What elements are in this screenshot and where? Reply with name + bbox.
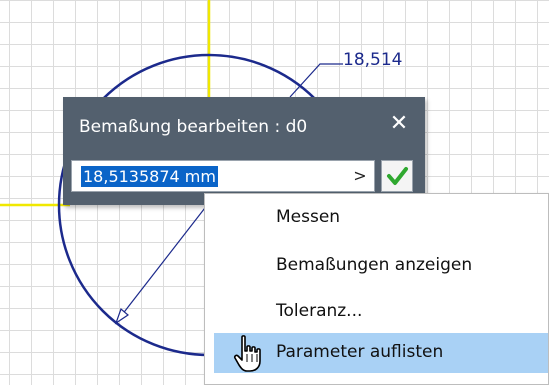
close-icon[interactable]: ✕: [387, 112, 411, 136]
dimension-input-text[interactable]: 18,5135874 mm: [81, 166, 218, 187]
chevron-right-icon[interactable]: >: [350, 166, 370, 186]
dimension-leader: [289, 63, 343, 98]
checkmark-icon: [387, 167, 408, 185]
menu-item-label: Messen: [276, 207, 341, 227]
hand-pointer-icon: [233, 335, 261, 372]
diameter-line: [117, 203, 209, 321]
menu-item-messen[interactable]: Messen: [205, 198, 548, 238]
diameter-arrowhead: [114, 307, 129, 325]
accept-button[interactable]: [381, 160, 413, 192]
menu-item-toleranz[interactable]: Toleranz...: [205, 292, 548, 332]
menu-item-label: Parameter auflisten: [276, 342, 444, 362]
dimension-value[interactable]: 18,514: [343, 50, 402, 70]
edit-dimension-dialog: Bemaßung bearbeiten : d0 ✕ 18,5135874 mm…: [63, 97, 425, 205]
menu-item-label: Toleranz...: [276, 301, 363, 321]
menu-item-label: Bemaßungen anzeigen: [276, 255, 473, 275]
dimension-value-input[interactable]: 18,5135874 mm >: [71, 160, 375, 192]
menu-item-bemassungen-anzeigen[interactable]: Bemaßungen anzeigen: [205, 246, 548, 286]
dialog-title: Bemaßung bearbeiten : d0: [79, 117, 308, 137]
